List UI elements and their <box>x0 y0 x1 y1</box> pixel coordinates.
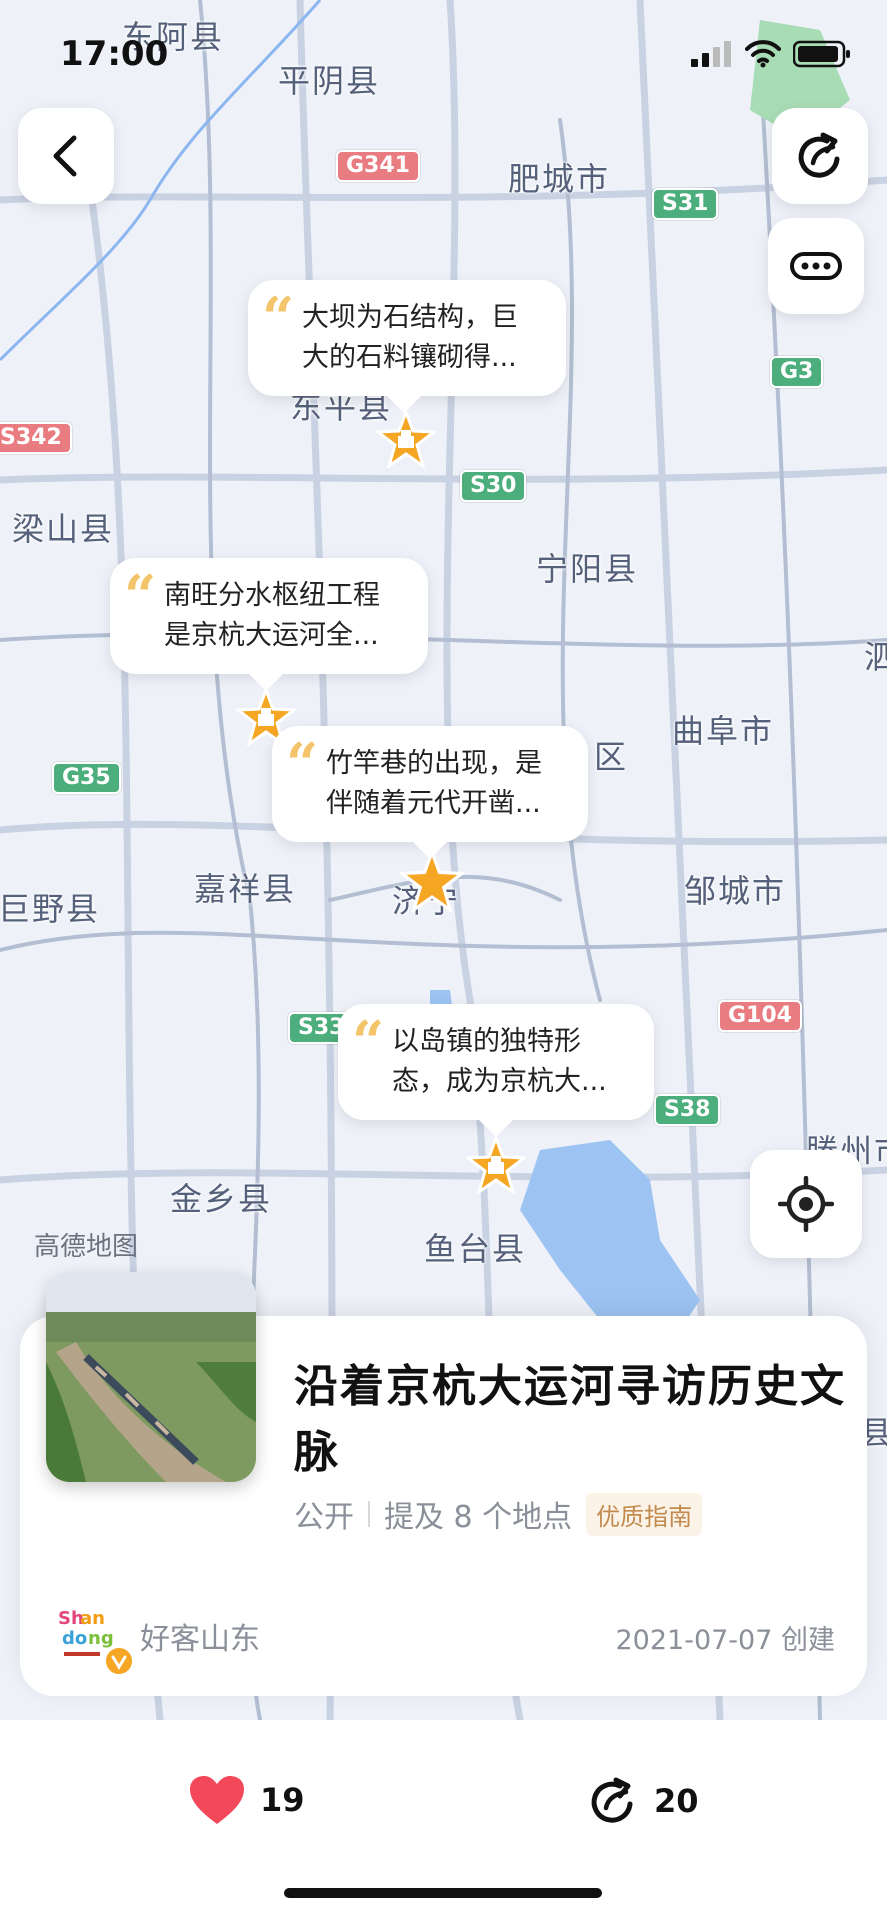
bubble-text-line: 竹竿巷的出现，是 <box>326 748 542 779</box>
place-label: 泗 <box>864 638 887 676</box>
guide-info-card[interactable]: 沿着京杭大运河寻访历史文脉 公开 提及 8 个地点 优质指南 Sh an do … <box>20 1272 867 1696</box>
verified-badge-icon <box>104 1646 134 1676</box>
road-shield: G104 <box>718 1000 802 1032</box>
author-name[interactable]: 好客山东 <box>140 1614 260 1658</box>
place-label: 曲阜市 <box>672 712 775 750</box>
guide-title: 沿着京杭大运河寻访历史文脉 <box>294 1361 846 1478</box>
quote-icon: “ <box>286 731 319 797</box>
quote-icon: “ <box>262 285 295 351</box>
more-dots-icon <box>790 252 842 280</box>
guide-cover-image <box>46 1272 256 1482</box>
place-label: 区 <box>594 738 629 776</box>
bubble-text-line: 伴随着元代开凿... <box>326 788 541 819</box>
bubble-text-line: 大的石料镶砌得... <box>302 342 517 373</box>
place-label: 金乡县 <box>170 1180 273 1218</box>
road-shield: S38 <box>654 1094 721 1126</box>
like-button[interactable]: 19 <box>188 1774 305 1826</box>
like-count: 19 <box>260 1781 305 1819</box>
svg-text:an: an <box>80 1608 105 1629</box>
place-label: 梁山县 <box>12 510 115 548</box>
place-label: 巨野县 <box>0 890 101 928</box>
more-options-button[interactable] <box>768 218 864 314</box>
bubble-text-line: 大坝为石结构，巨 <box>302 302 518 333</box>
share-count-button[interactable]: 20 <box>586 1774 699 1828</box>
place-note-bubble[interactable]: “ 竹竿巷的出现，是 伴随着元代开凿... <box>272 726 588 859</box>
place-note-bubble[interactable]: “ 南旺分水枢纽工程 是京杭大运河全... <box>110 558 428 691</box>
back-button[interactable] <box>18 108 114 204</box>
bubble-text-line: 态，成为京杭大... <box>392 1066 607 1097</box>
chevron-left-icon <box>53 135 77 177</box>
meta-divider <box>368 1501 370 1527</box>
road-shield: S31 <box>652 188 719 220</box>
road-shield: S342 <box>0 422 72 454</box>
share-icon <box>798 132 840 178</box>
place-label: 宁阳县 <box>536 550 639 588</box>
battery-icon <box>793 40 850 68</box>
quote-icon: “ <box>352 1009 385 1075</box>
crosshair-icon <box>778 1176 834 1232</box>
status-time: 17:00 <box>60 34 169 74</box>
svg-text:do: do <box>62 1628 87 1649</box>
road-shield: G3 <box>770 356 824 388</box>
bubble-text-line: 以岛镇的独特形 <box>392 1026 581 1057</box>
home-indicator <box>284 1888 602 1898</box>
road-shield: G341 <box>336 150 420 182</box>
share-button[interactable] <box>772 108 868 204</box>
place-label: 邹城市 <box>684 872 787 910</box>
pin-star-icon[interactable] <box>376 410 436 468</box>
share-count: 20 <box>654 1782 699 1820</box>
place-label: 平阴县 <box>278 62 381 100</box>
heart-icon <box>190 1776 244 1824</box>
bubble-text-line: 南旺分水枢纽工程 <box>164 580 380 611</box>
pin-star-icon[interactable] <box>466 1136 526 1194</box>
place-note-bubble[interactable]: “ 大坝为石结构，巨 大的石料镶砌得... <box>248 280 566 413</box>
bubble-text-line: 是京杭大运河全... <box>164 620 379 651</box>
place-label: 鱼台县 <box>424 1230 527 1268</box>
cellular-signal-icon <box>691 41 731 67</box>
author-row[interactable]: Sh an do ng 好客山东 <box>54 1600 260 1676</box>
quality-guide-badge: 优质指南 <box>586 1492 703 1536</box>
visibility-label: 公开 <box>294 1500 354 1535</box>
pin-star-icon[interactable] <box>400 850 464 912</box>
locate-me-button[interactable] <box>750 1150 862 1258</box>
map-watermark: 高德地图 <box>34 1232 139 1262</box>
share-icon <box>591 1777 633 1823</box>
road-shield: S30 <box>460 470 527 502</box>
created-date: 2021-07-07 创建 <box>615 1625 836 1656</box>
places-count-label: 提及 8 个地点 <box>384 1500 573 1535</box>
place-label: 肥城市 <box>508 160 611 198</box>
place-note-bubble[interactable]: “ 以岛镇的独特形 态，成为京杭大... <box>338 1004 654 1137</box>
author-avatar[interactable]: Sh an do ng <box>54 1600 134 1676</box>
quote-icon: “ <box>124 563 157 629</box>
guide-meta: 公开 提及 8 个地点 优质指南 <box>294 1492 703 1536</box>
status-icons <box>691 40 851 68</box>
place-label: 嘉祥县 <box>194 870 297 908</box>
road-shield: G35 <box>52 762 121 794</box>
wifi-icon <box>745 40 781 68</box>
